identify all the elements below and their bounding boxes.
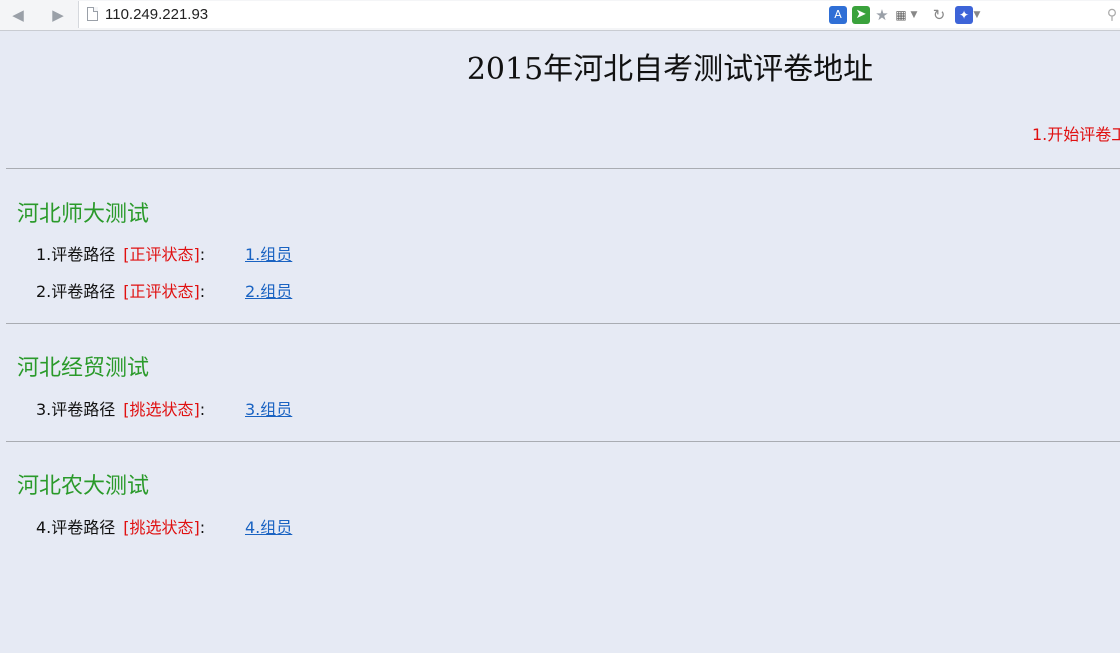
colon: :: [199, 282, 206, 301]
divider: [6, 168, 1120, 169]
translate-icon[interactable]: A: [829, 6, 847, 24]
qr-code-icon[interactable]: ▦: [892, 6, 910, 24]
divider: [6, 441, 1120, 442]
member-link[interactable]: 2.组员: [245, 278, 292, 302]
member-link[interactable]: 3.组员: [245, 396, 292, 420]
send-icon[interactable]: ➤: [852, 6, 870, 24]
member-link[interactable]: 1.组员: [245, 241, 292, 265]
paw-icon[interactable]: ✦: [955, 6, 973, 24]
section-title: 河北经贸测试: [17, 356, 150, 381]
path-label: 3.评卷路径: [36, 400, 116, 419]
status-badge: [挑选状态]: [123, 400, 200, 419]
member-link[interactable]: 4.组员: [245, 514, 292, 538]
forward-arrow-icon[interactable]: ▶: [48, 6, 68, 24]
address-bar[interactable]: 110.249.221.93 A ➤ ★ ▦ ▼ ↻ ✦ ▼ ⚲: [78, 1, 1120, 28]
divider: [6, 323, 1120, 324]
list-item: 1.评卷路径 [正评状态]: 1.组员: [36, 241, 292, 264]
page-icon: [87, 7, 98, 21]
list-item: 3.评卷路径 [挑选状态]: 3.组员: [36, 396, 292, 419]
section-title: 河北师大测试: [17, 202, 150, 227]
refresh-icon[interactable]: ↻: [930, 6, 948, 24]
status-badge: [正评状态]: [123, 245, 200, 264]
page-title: 2015年河北自考测试评卷地址: [466, 52, 874, 87]
path-label: 2.评卷路径: [36, 282, 116, 301]
colon: :: [199, 518, 206, 537]
path-label: 4.评卷路径: [36, 518, 116, 537]
list-item: 4.评卷路径 [挑选状态]: 4.组员: [36, 514, 292, 537]
section-title: 河北农大测试: [17, 474, 150, 499]
status-badge: [挑选状态]: [123, 518, 200, 537]
colon: :: [199, 245, 206, 264]
list-item: 2.评卷路径 [正评状态]: 2.组员: [36, 278, 292, 301]
path-label: 1.评卷路径: [36, 245, 116, 264]
search-icon[interactable]: ⚲: [1103, 6, 1120, 24]
chevron-down-icon[interactable]: ▼: [972, 6, 982, 24]
chevron-down-icon[interactable]: ▼: [909, 6, 919, 24]
back-arrow-icon[interactable]: ◀: [8, 6, 28, 24]
star-icon[interactable]: ★: [873, 6, 891, 24]
url-text[interactable]: 110.249.221.93: [105, 6, 208, 23]
colon: :: [199, 400, 206, 419]
status-badge: [正评状态]: [123, 282, 200, 301]
start-grading-link[interactable]: 1.开始评卷工: [1032, 121, 1120, 145]
browser-toolbar: ◀ ▶ 110.249.221.93 A ➤ ★ ▦ ▼ ↻ ✦ ▼ ⚲: [0, 0, 1120, 31]
